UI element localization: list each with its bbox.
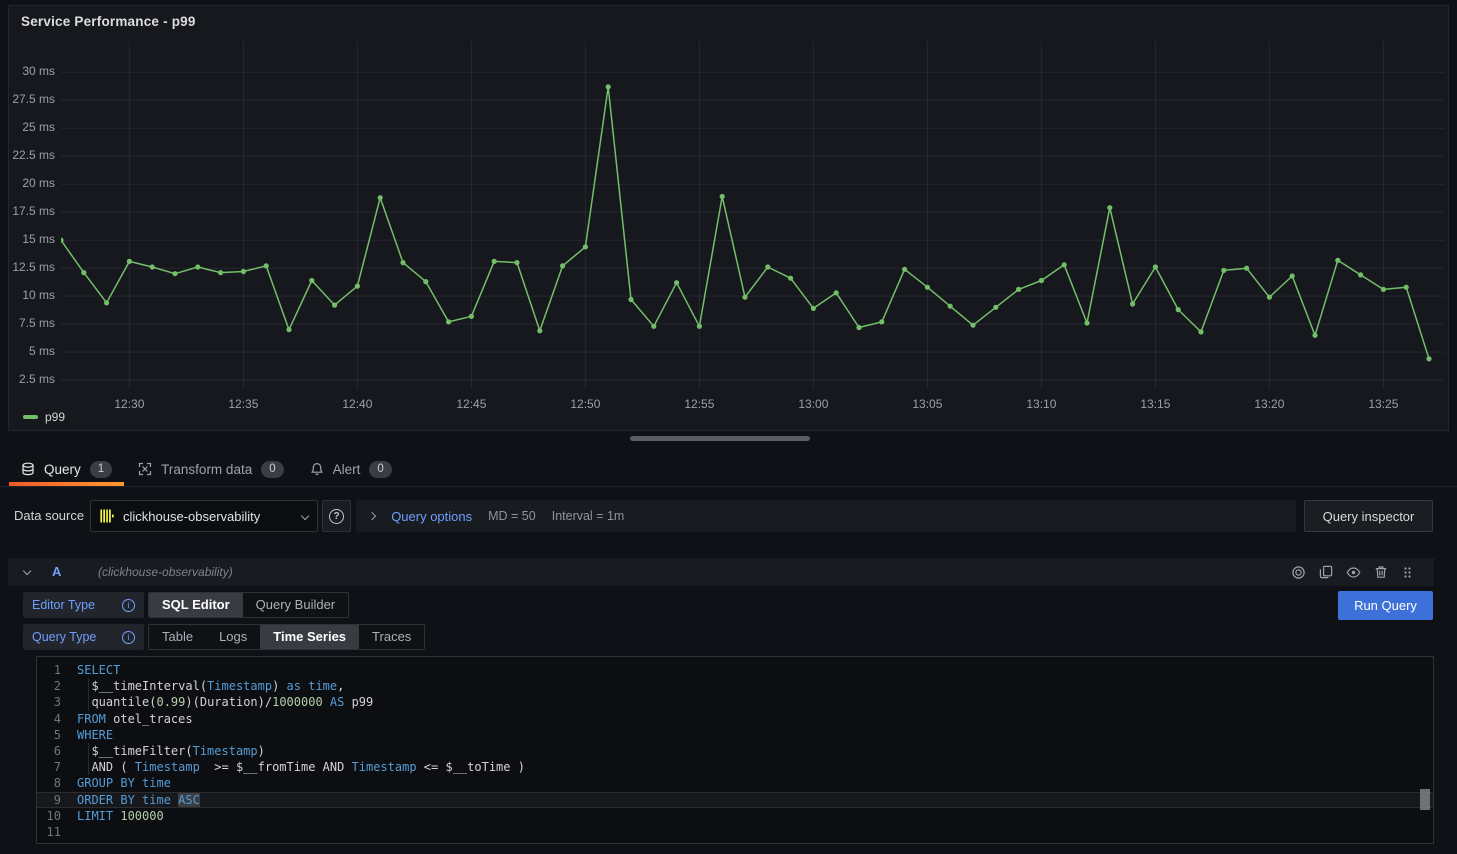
tab-label: Alert <box>333 462 361 477</box>
query-ref-id: A <box>52 564 61 579</box>
x-axis-tick: 12:30 <box>99 397 159 411</box>
transform-icon <box>138 462 152 476</box>
editor-tab-bar: Query 1 Transform data 0 Alert 0 <box>0 452 1457 487</box>
datasource-label: Data source <box>14 500 84 532</box>
query-row-header[interactable]: A (clickhouse-observability) <box>8 558 1434 586</box>
sql-code: 1SELECT2 $__timeInterval(Timestamp) as t… <box>37 662 1433 840</box>
query-actions <box>1291 558 1414 586</box>
editor-type-label-box: Editor Type i <box>23 592 144 618</box>
x-axis-tick: 13:10 <box>1011 397 1071 411</box>
clickhouse-icon <box>100 509 114 523</box>
code-line: 10LIMIT 100000 <box>37 808 1433 824</box>
query-options-bar: Query options MD = 50 Interval = 1m <box>356 500 1296 532</box>
y-axis-tick: 30 ms <box>9 64 55 78</box>
code-line: 8GROUP BY time <box>37 775 1433 791</box>
x-axis-tick: 13:15 <box>1125 397 1185 411</box>
code-line: 3 quantile(0.99)(Duration)/1000000 AS p9… <box>37 694 1433 710</box>
tab-query[interactable]: Query 1 <box>8 452 125 486</box>
horizontal-scrollbar-thumb[interactable] <box>630 436 810 441</box>
disable-query-icon[interactable] <box>1291 565 1306 580</box>
query-type-segmented-control: TableLogsTime SeriesTraces <box>148 624 425 650</box>
info-icon[interactable]: i <box>122 631 135 644</box>
option-time-series[interactable]: Time Series <box>260 625 359 649</box>
code-line: 1SELECT <box>37 662 1433 678</box>
chevron-right-icon <box>368 512 377 521</box>
x-axis-tick: 13:05 <box>897 397 957 411</box>
max-data-points-value: MD = 50 <box>488 509 536 523</box>
option-query-builder[interactable]: Query Builder <box>243 593 348 617</box>
collapse-query-icon[interactable] <box>23 567 32 576</box>
y-axis-tick: 2.5 ms <box>9 372 55 386</box>
run-query-button[interactable]: Run Query <box>1338 591 1433 620</box>
y-axis-tick: 20 ms <box>9 176 55 190</box>
sql-editor[interactable]: 1SELECT2 $__timeInterval(Timestamp) as t… <box>36 656 1434 844</box>
editor-type-label: Editor Type <box>32 598 95 612</box>
tab-count-badge: 1 <box>90 461 112 478</box>
option-logs[interactable]: Logs <box>206 625 260 649</box>
duplicate-query-icon[interactable] <box>1319 565 1333 579</box>
toggle-visibility-icon[interactable] <box>1346 565 1361 580</box>
code-line: 2 $__timeInterval(Timestamp) as time, <box>37 678 1433 694</box>
legend-item-p99[interactable]: p99 <box>23 410 65 424</box>
drag-handle-icon[interactable] <box>1401 566 1414 579</box>
x-axis-tick: 13:00 <box>783 397 843 411</box>
bell-icon <box>310 462 324 476</box>
editor-scrollbar-thumb[interactable] <box>1420 789 1430 810</box>
grafana-edit-panel-page: Service Performance - p99 2.5 ms 5 ms 7.5 … <box>0 0 1457 854</box>
y-axis-tick: 15 ms <box>9 232 55 246</box>
code-line: 4FROM otel_traces <box>37 711 1433 727</box>
y-axis-tick: 17.5 ms <box>9 204 55 218</box>
panel-title[interactable]: Service Performance - p99 <box>21 14 196 29</box>
interval-value: Interval = 1m <box>552 509 625 523</box>
tab-alert[interactable]: Alert 0 <box>297 452 405 486</box>
question-circle-icon: ? <box>329 509 344 524</box>
x-axis-tick: 12:35 <box>213 397 273 411</box>
remove-query-icon[interactable] <box>1374 565 1388 579</box>
datasource-row: Data source clickhouse-observability ? Q… <box>0 500 1457 532</box>
query-type-label: Query Type <box>32 630 96 644</box>
timeseries-panel: Service Performance - p99 2.5 ms 5 ms 7.5 … <box>8 5 1449 431</box>
y-axis-tick: 27.5 ms <box>9 92 55 106</box>
x-axis-tick: 13:25 <box>1353 397 1413 411</box>
x-axis-tick: 12:50 <box>555 397 615 411</box>
database-icon <box>21 462 35 476</box>
info-icon[interactable]: i <box>122 599 135 612</box>
query-datasource-hint: (clickhouse-observability) <box>98 565 233 579</box>
option-table[interactable]: Table <box>149 625 206 649</box>
x-axis-tick: 12:55 <box>669 397 729 411</box>
y-axis-tick: 25 ms <box>9 120 55 134</box>
tab-count-badge: 0 <box>369 461 391 478</box>
option-traces[interactable]: Traces <box>359 625 424 649</box>
x-axis-tick: 12:40 <box>327 397 387 411</box>
query-type-label-box: Query Type i <box>23 624 144 650</box>
y-axis-tick: 12.5 ms <box>9 260 55 274</box>
editor-type-segmented-control: SQL EditorQuery Builder <box>148 592 349 618</box>
x-axis-tick: 12:45 <box>441 397 501 411</box>
datasource-name: clickhouse-observability <box>123 509 260 524</box>
tab-count-badge: 0 <box>261 461 283 478</box>
tab-label: Query <box>44 462 81 477</box>
code-line: 7 AND ( Timestamp >= $__fromTime AND Tim… <box>37 759 1433 775</box>
code-line: 9ORDER BY time ASC <box>37 792 1433 808</box>
option-sql-editor[interactable]: SQL Editor <box>149 593 243 617</box>
y-axis-tick: 22.5 ms <box>9 148 55 162</box>
datasource-help-button[interactable]: ? <box>322 500 351 532</box>
code-line: 11 <box>37 824 1433 840</box>
query-options-toggle[interactable]: Query options <box>391 509 472 524</box>
code-line: 5WHERE <box>37 727 1433 743</box>
chevron-down-icon <box>301 512 310 521</box>
y-axis-tick: 7.5 ms <box>9 316 55 330</box>
legend-color-swatch <box>23 415 38 419</box>
tab-transform-data[interactable]: Transform data 0 <box>125 452 296 486</box>
tab-label: Transform data <box>161 462 252 477</box>
x-axis-tick: 13:20 <box>1239 397 1299 411</box>
code-line: 6 $__timeFilter(Timestamp) <box>37 743 1433 759</box>
chart-plot-area[interactable] <box>61 41 1444 389</box>
query-inspector-button[interactable]: Query inspector <box>1304 500 1433 532</box>
y-axis-tick: 10 ms <box>9 288 55 302</box>
legend-label: p99 <box>45 410 65 424</box>
y-axis-tick: 5 ms <box>9 344 55 358</box>
datasource-picker[interactable]: clickhouse-observability <box>90 500 318 532</box>
